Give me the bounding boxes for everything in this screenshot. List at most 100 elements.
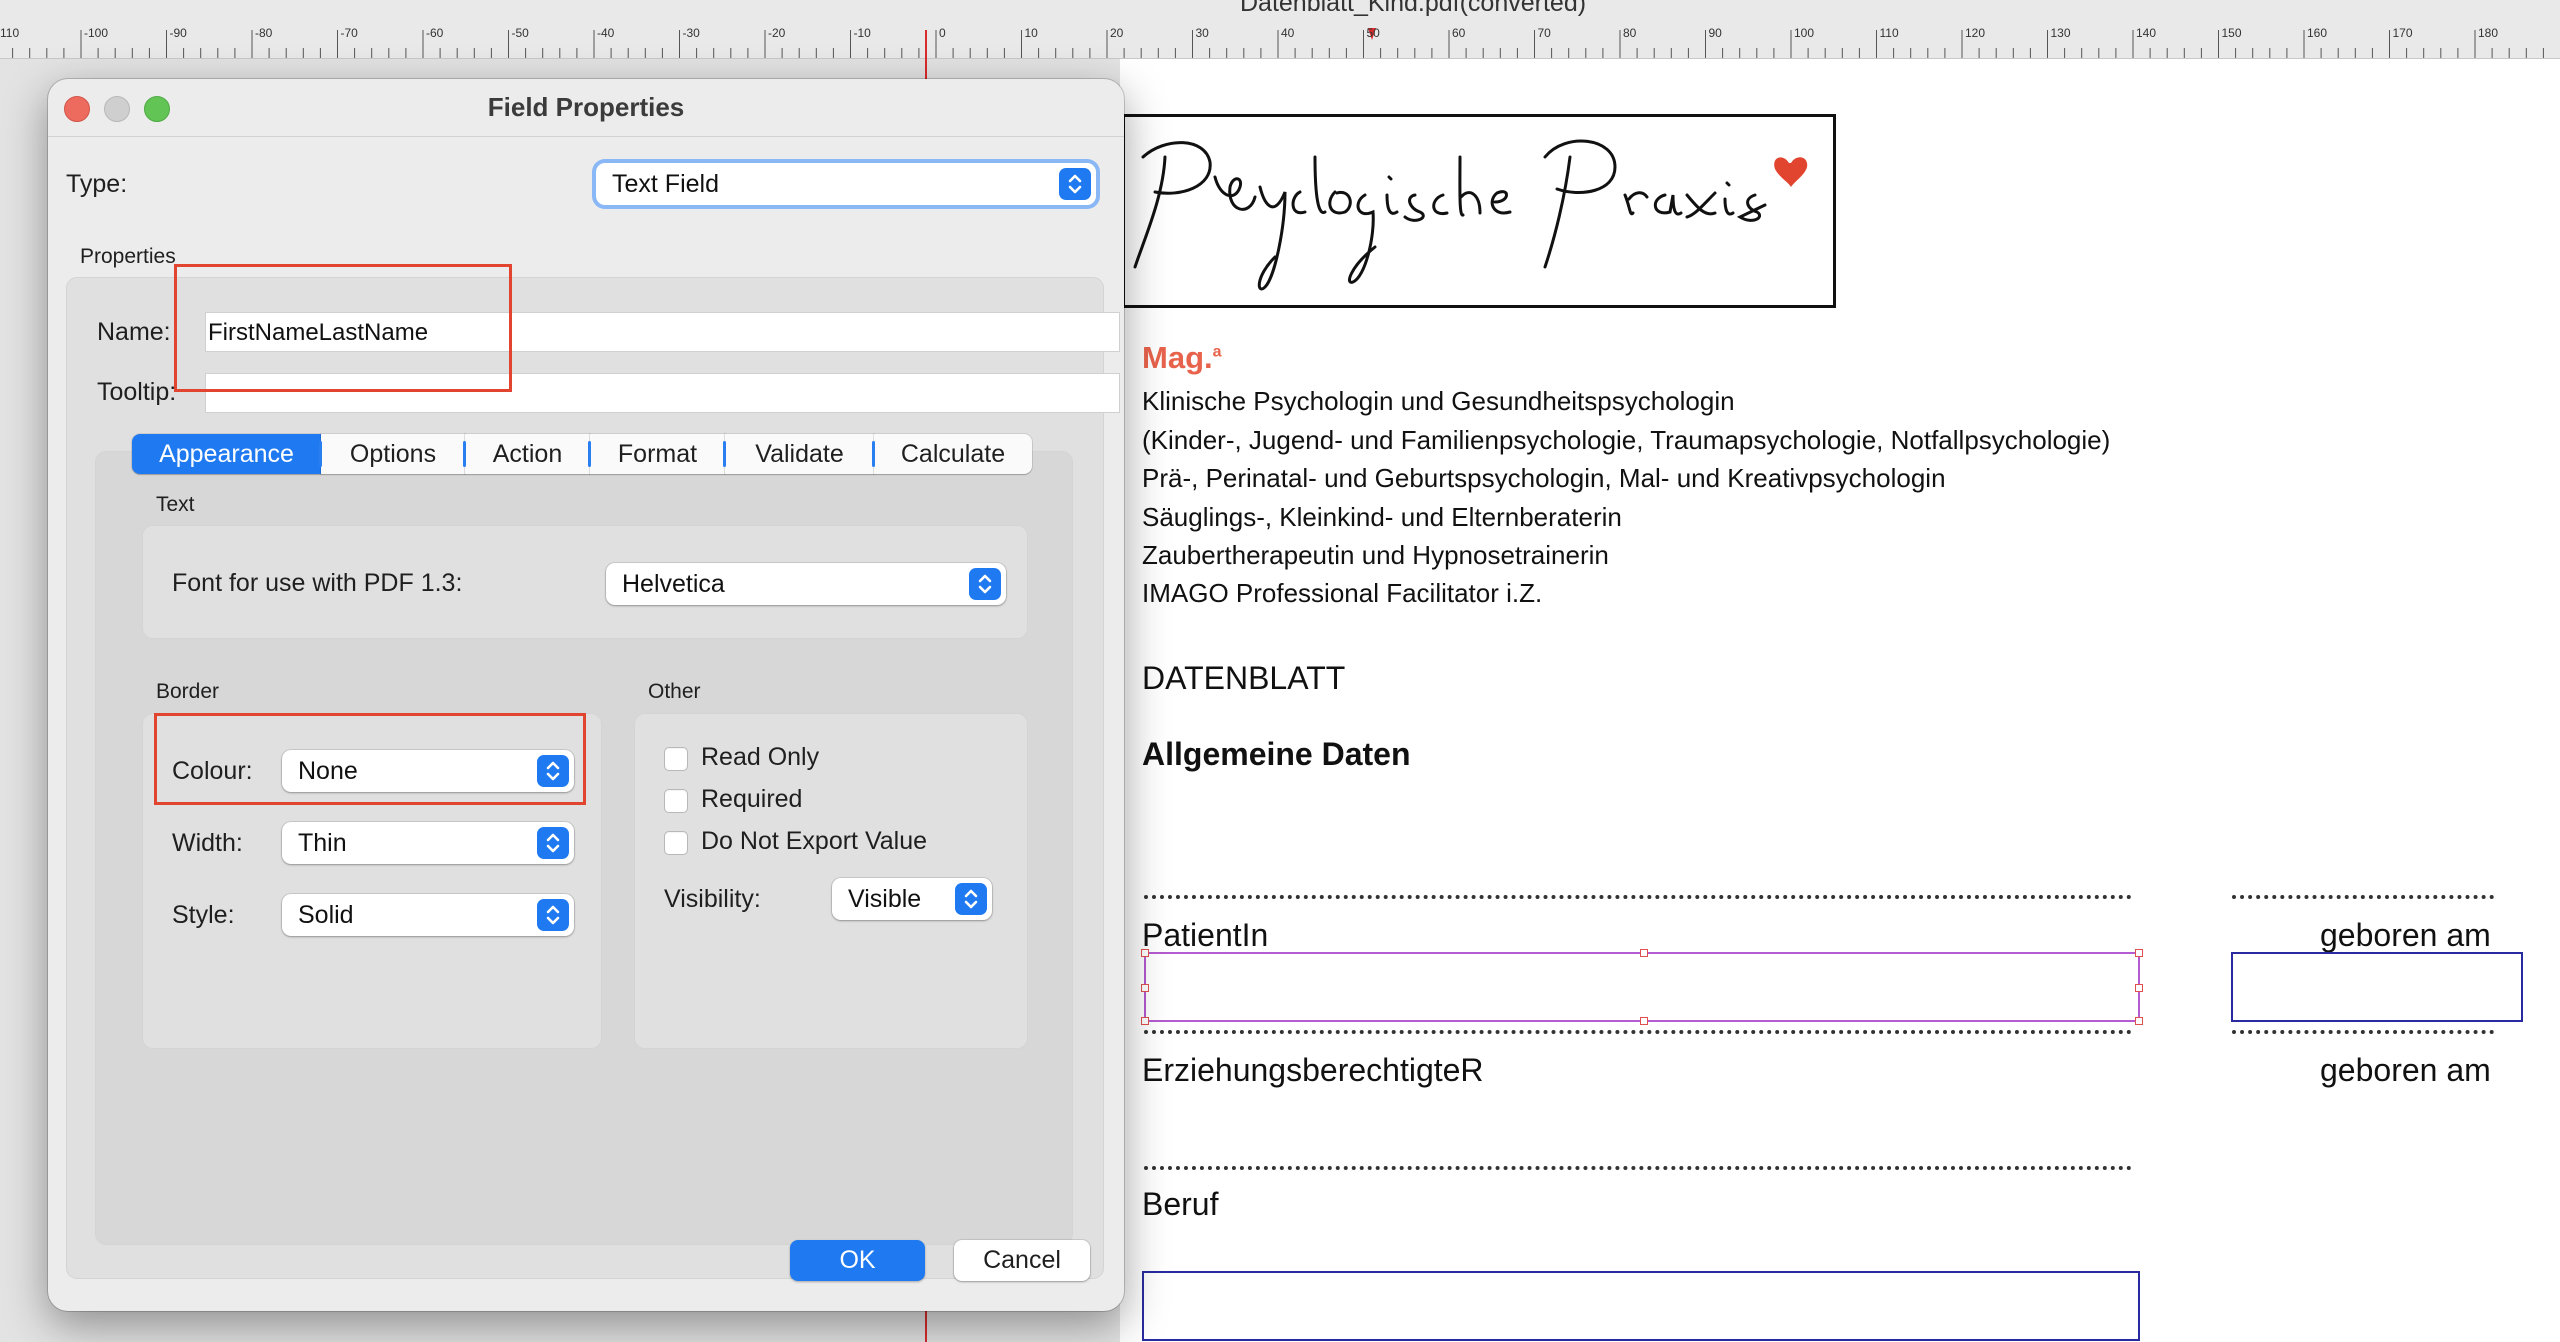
- chevron-updown-icon: [969, 568, 1001, 600]
- resize-handle[interactable]: [1141, 949, 1149, 957]
- qualification-line: Säuglings-, Kleinkind- und Elternberater…: [1142, 502, 1622, 532]
- resize-handle[interactable]: [1141, 1017, 1149, 1025]
- ruler-label: 150: [2221, 26, 2242, 40]
- ruler-label: -60: [426, 26, 444, 40]
- dotted-line: [2232, 1030, 2494, 1034]
- highlight-annotation: [154, 713, 586, 805]
- ruler-label: -90: [169, 26, 187, 40]
- ruler-label: -10: [853, 26, 871, 40]
- patient-label: PatientIn: [1142, 917, 1269, 953]
- read-only-checkbox[interactable]: [664, 747, 688, 771]
- ruler-label: 110: [1879, 26, 1899, 40]
- type-label: Type:: [66, 170, 128, 198]
- read-only-label: Read Only: [701, 743, 820, 771]
- title-separator: [48, 136, 1124, 137]
- highlight-annotation: [174, 264, 512, 392]
- tab-appearance[interactable]: Appearance: [132, 434, 321, 474]
- properties-label: Properties: [80, 245, 176, 268]
- tab-bar: Appearance Options Action Format Validat…: [132, 434, 1032, 476]
- resize-handle[interactable]: [2135, 1017, 2143, 1025]
- qualification-line: IMAGO Professional Facilitator i.Z.: [1142, 578, 1543, 608]
- ruler-label: 130: [2050, 26, 2071, 40]
- ruler-label: 140: [2136, 26, 2157, 40]
- ruler-label: 20: [1110, 26, 1124, 40]
- other-section-title: Other: [648, 680, 701, 703]
- tab-options[interactable]: Options: [319, 434, 465, 474]
- resize-handle[interactable]: [2135, 949, 2143, 957]
- dotted-line: [1144, 1166, 2132, 1170]
- ruler-label: 110: [0, 26, 20, 40]
- ok-button[interactable]: OK: [790, 1240, 925, 1281]
- resize-handle[interactable]: [1640, 949, 1648, 957]
- font-select[interactable]: Helvetica: [606, 563, 1006, 605]
- qualification-line: (Kinder-, Jugend- und Familienpsychologi…: [1142, 425, 2111, 455]
- dotted-line: [2232, 895, 2494, 899]
- ruler-label: 180: [2478, 26, 2499, 40]
- ruler-label: 0: [939, 26, 946, 40]
- ruler-label: -100: [84, 26, 109, 40]
- ruler-label: 100: [1794, 26, 1815, 40]
- visibility-select[interactable]: Visible: [832, 878, 992, 920]
- width-select[interactable]: Thin: [282, 822, 574, 864]
- chevron-updown-icon: [537, 899, 569, 931]
- ruler-label: -40: [597, 26, 615, 40]
- cancel-button[interactable]: Cancel: [954, 1240, 1090, 1281]
- tab-divider: [319, 441, 322, 467]
- guardian-label: ErziehungsberechtigteR: [1142, 1052, 1484, 1088]
- resize-handle[interactable]: [2135, 984, 2143, 992]
- chevron-updown-icon: [1059, 168, 1091, 200]
- tab-format[interactable]: Format: [588, 434, 725, 474]
- tab-format-label: Format: [617, 439, 698, 468]
- ruler-label: 160: [2307, 26, 2328, 40]
- visibility-select-value: Visible: [848, 885, 922, 913]
- required-label: Required: [701, 785, 803, 813]
- font-label: Font for use with PDF 1.3:: [172, 569, 463, 597]
- style-label: Style:: [172, 901, 235, 929]
- required-checkbox[interactable]: [664, 789, 688, 813]
- mag-superscript: a: [1212, 343, 1222, 361]
- birthdate-label: geboren am: [2320, 917, 2491, 953]
- tab-action[interactable]: Action: [463, 434, 590, 474]
- ruler-label: -50: [511, 26, 529, 40]
- qualification-line: Zaubertherapeutin und Hypnosetrainerin: [1142, 540, 1609, 570]
- visibility-label: Visibility:: [664, 885, 761, 913]
- logo: [1122, 114, 1836, 308]
- tab-calculate[interactable]: Calculate: [872, 434, 1032, 474]
- ruler-label: -80: [255, 26, 273, 40]
- document-heading: DATENBLATT: [1142, 660, 1346, 696]
- name-label: Name:: [97, 318, 171, 346]
- chevron-updown-icon: [537, 827, 569, 859]
- birthdate-form-field[interactable]: [2231, 952, 2523, 1022]
- font-select-value: Helvetica: [622, 570, 725, 598]
- type-select-value: Text Field: [612, 170, 719, 198]
- width-select-value: Thin: [298, 829, 347, 857]
- tab-validate[interactable]: Validate: [723, 434, 874, 474]
- section-heading: Allgemeine Daten: [1142, 736, 1411, 772]
- do-not-export-checkbox[interactable]: [664, 831, 688, 855]
- birthdate-label: geboren am: [2320, 1052, 2491, 1088]
- field-properties-dialog: Field Properties Type: Text Field Proper…: [48, 79, 1124, 1311]
- ruler-label: 170: [2392, 26, 2413, 40]
- dotted-line: [1144, 895, 2132, 899]
- patient-form-field[interactable]: [1141, 949, 2143, 1025]
- window-title: Datenblatt_Kind.pdf(converted): [1240, 0, 1587, 17]
- tab-validate-label: Validate: [755, 439, 844, 468]
- resize-handle[interactable]: [1640, 1017, 1648, 1025]
- ruler: 110 -100 -90 -80 -70 -60 -50 -40 -30 -20 -10 0 10 20 3…: [0, 0, 2560, 59]
- ruler-label: 90: [1708, 26, 1722, 40]
- text-section-title: Text: [156, 493, 195, 516]
- job-form-field[interactable]: [1142, 1271, 2140, 1341]
- ruler-label: 30: [1195, 26, 1209, 40]
- border-section-title: Border: [156, 680, 220, 703]
- do-not-export-label: Do Not Export Value: [701, 827, 928, 855]
- type-select[interactable]: Text Field: [596, 163, 1096, 205]
- tab-divider: [872, 441, 875, 467]
- ruler-label: 70: [1537, 26, 1551, 40]
- ruler-label: 10: [1024, 26, 1038, 40]
- tab-options-label: Options: [349, 439, 437, 468]
- ruler-label: 80: [1623, 26, 1637, 40]
- style-select[interactable]: Solid: [282, 894, 574, 936]
- resize-handle[interactable]: [1141, 984, 1149, 992]
- chevron-updown-icon: [955, 883, 987, 915]
- dotted-line: [1144, 1030, 2132, 1034]
